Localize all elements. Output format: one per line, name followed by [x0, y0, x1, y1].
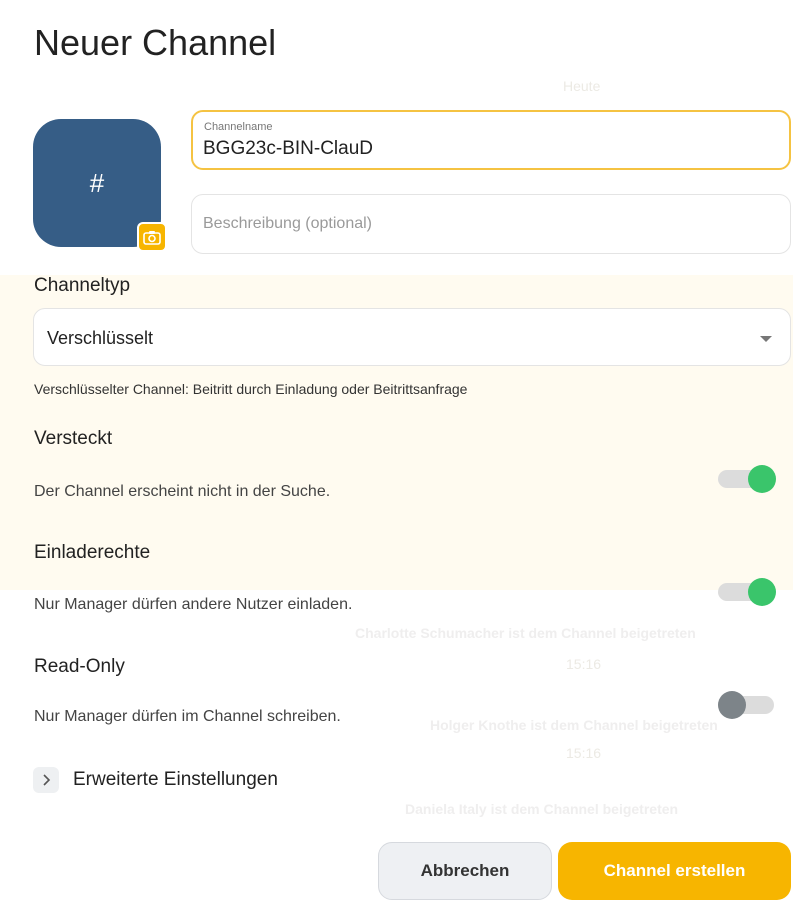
read-only-toggle[interactable]	[718, 691, 778, 719]
new-channel-dialog: Neuer Channel # Channelname Beschreibung…	[0, 0, 793, 900]
channel-name-field[interactable]: Channelname	[191, 110, 791, 170]
read-only-title: Read-Only	[34, 656, 125, 677]
description-field[interactable]: Beschreibung (optional)	[191, 194, 791, 254]
toggle-knob	[748, 465, 776, 493]
description-placeholder: Beschreibung (optional)	[203, 215, 372, 232]
channel-type-hint: Verschlüsselter Channel: Beitritt durch …	[34, 381, 468, 397]
toggle-knob	[718, 691, 746, 719]
invite-rights-toggle[interactable]	[718, 578, 778, 606]
advanced-settings-toggle[interactable]: Erweiterte Einstellungen	[33, 766, 278, 794]
hidden-toggle[interactable]	[718, 465, 778, 493]
toggle-knob	[748, 578, 776, 606]
channel-type-value: Verschlüsselt	[47, 328, 154, 348]
channel-name-input[interactable]	[203, 138, 763, 160]
camera-icon	[143, 230, 161, 245]
change-avatar-button[interactable]	[137, 222, 167, 252]
chevron-right-icon	[33, 767, 59, 793]
cancel-button[interactable]: Abbrechen	[378, 842, 552, 900]
channel-type-label: Channeltyp	[34, 275, 131, 296]
channel-type-select[interactable]: Verschlüsselt	[33, 308, 791, 366]
create-channel-button[interactable]: Channel erstellen	[558, 842, 791, 900]
hidden-setting-title: Versteckt	[34, 428, 113, 449]
avatar-hash-symbol: #	[89, 167, 105, 198]
advanced-settings-label: Erweiterte Einstellungen	[73, 769, 278, 790]
hidden-setting-description: Der Channel erscheint nicht in der Suche…	[34, 483, 331, 500]
dialog-title: Neuer Channel	[34, 22, 277, 63]
invite-rights-description: Nur Manager dürfen andere Nutzer einlade…	[34, 596, 353, 613]
read-only-description: Nur Manager dürfen im Channel schreiben.	[34, 708, 341, 725]
channel-name-label: Channelname	[204, 121, 273, 133]
chevron-down-icon	[760, 336, 772, 342]
invite-rights-title: Einladerechte	[34, 542, 151, 563]
